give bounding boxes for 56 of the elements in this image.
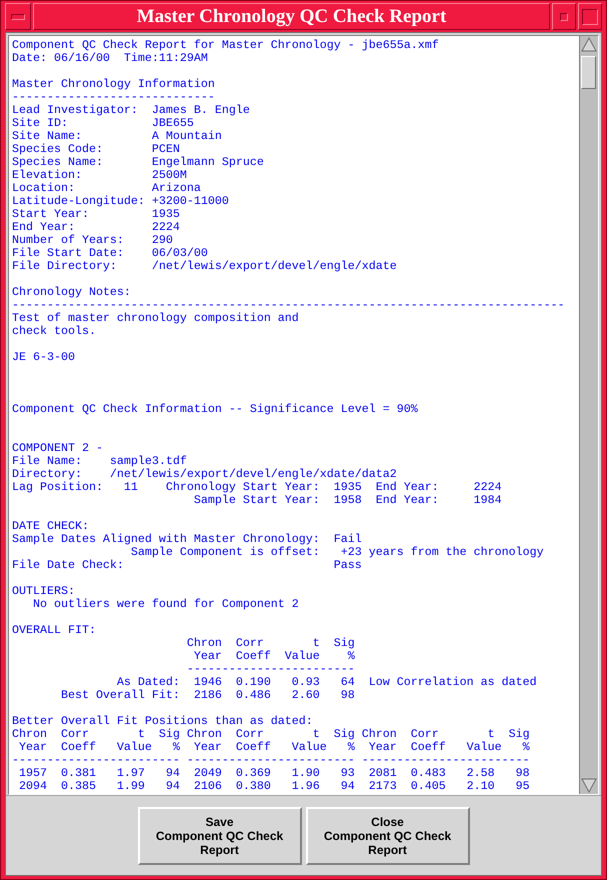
- report-line: Master Chronology Information: [12, 78, 216, 91]
- report-line: Lead Investigator: James B. Engle: [12, 104, 251, 117]
- report-line: Sample Dates Aligned with Master Chronology: Fail: [12, 533, 363, 546]
- report-line: End Year: 2224: [12, 221, 181, 234]
- report-line: As Dated: 1946 0.190 0.93 64 Low Correlation as dated: [116, 676, 538, 689]
- report-action-button[interactable]: Save Component QC Check Report: [138, 806, 302, 864]
- report-line: Better Overall Fit Positions than as dated:: [12, 715, 314, 728]
- report-line: Year Coeff Value %: [192, 650, 356, 663]
- report-line: No outliers were found for Component 2: [32, 598, 300, 611]
- report-line: File Start Date: 06/03/00: [12, 247, 209, 260]
- report-line: Date: 06/16/00 Time:11:29AM: [12, 52, 209, 65]
- report-line: Chron Corr t Sig Chron Corr t Sig Chron Corr t Sig: [12, 728, 531, 741]
- report-action-button[interactable]: Close Component QC Check Report: [306, 806, 470, 864]
- report-line: Sample Component is offset: +23 years from the chronology: [130, 546, 545, 559]
- report-line: OVERALL FIT:: [12, 624, 97, 637]
- report-line: JE 6-3-00: [12, 351, 76, 364]
- scroll-up-arrow-icon[interactable]: [580, 36, 598, 54]
- report-line: Latitude-Longitude: +3200-11000: [12, 195, 230, 208]
- report-line: Start Year: 1935: [12, 208, 181, 221]
- report-line: ------------------------: [186, 663, 356, 676]
- report-line: Elevation: 2500M: [12, 169, 188, 182]
- report-line: 1957 0.381 1.97 94 2049 0.369 1.90 93 2081 0.483 2.58 98: [18, 767, 531, 780]
- report-line: Component QC Check Report for Master Chronology - jbe655a.xmf: [12, 39, 440, 52]
- report-line: Species Name: Engelmann Spruce: [12, 156, 265, 169]
- scrollbar-thumb[interactable]: [581, 56, 596, 89]
- report-line: Site Name: A Mountain: [12, 130, 223, 143]
- report-line: Chronology Notes:: [12, 286, 132, 299]
- report-line: Number of Years: 290: [12, 234, 174, 247]
- report-line: Species Code: PCEN: [12, 143, 181, 156]
- window-title: Master Chronology QC Check Report: [136, 6, 446, 28]
- report-line: Sample Start Year: 1958 End Year: 1984: [192, 494, 503, 507]
- report-line: COMPONENT 2 -: [12, 442, 104, 455]
- maximize-button[interactable]: [578, 3, 602, 30]
- report-line: File Directory: /net/lewis/export/devel/engle/xdate: [12, 260, 398, 273]
- report-line: Site ID: JBE655: [12, 117, 195, 130]
- minimize-button[interactable]: [552, 3, 576, 30]
- report-line: Directory: /net/lewis/export/devel/engle/xdate/data2: [12, 468, 398, 481]
- window-menu-button[interactable]: [5, 3, 31, 30]
- report-line: Test of master chronology composition and: [12, 312, 300, 325]
- scroll-down-arrow-icon[interactable]: [580, 776, 598, 794]
- report-line: Year Coeff Value % Year Coeff Value % Year Coeff Value %: [18, 741, 531, 754]
- report-line: Location: Arizona: [12, 182, 202, 195]
- report-line: Chron Corr t Sig: [186, 637, 356, 650]
- report-line: check tools.: [12, 325, 97, 338]
- report-line: Component QC Check Information -- Significance Level = 90%: [12, 403, 419, 416]
- report-line: -----------------------------: [12, 91, 216, 104]
- scrollbar[interactable]: [579, 36, 598, 794]
- report-line: File Date Check: Pass: [12, 559, 363, 572]
- report-line: ------------------------ ------------------------ ------------------------: [12, 754, 531, 767]
- report-line: DATE CHECK:: [12, 520, 90, 533]
- report-line: Lag Position: 11 Chronology Start Year: 1935 End Year: 2224: [12, 481, 503, 494]
- report-line: -------------------------------------------------------------------------------: [12, 299, 566, 312]
- report-line: Best Overall Fit: 2186 0.486 2.60 98: [60, 689, 356, 702]
- report-line: OUTLIERS:: [12, 585, 76, 598]
- report-line: 2094 0.385 1.99 94 2106 0.380 1.96 94 2173 0.405 2.10 95: [18, 780, 531, 793]
- report-line: File Name: sample3.tdf: [12, 455, 188, 468]
